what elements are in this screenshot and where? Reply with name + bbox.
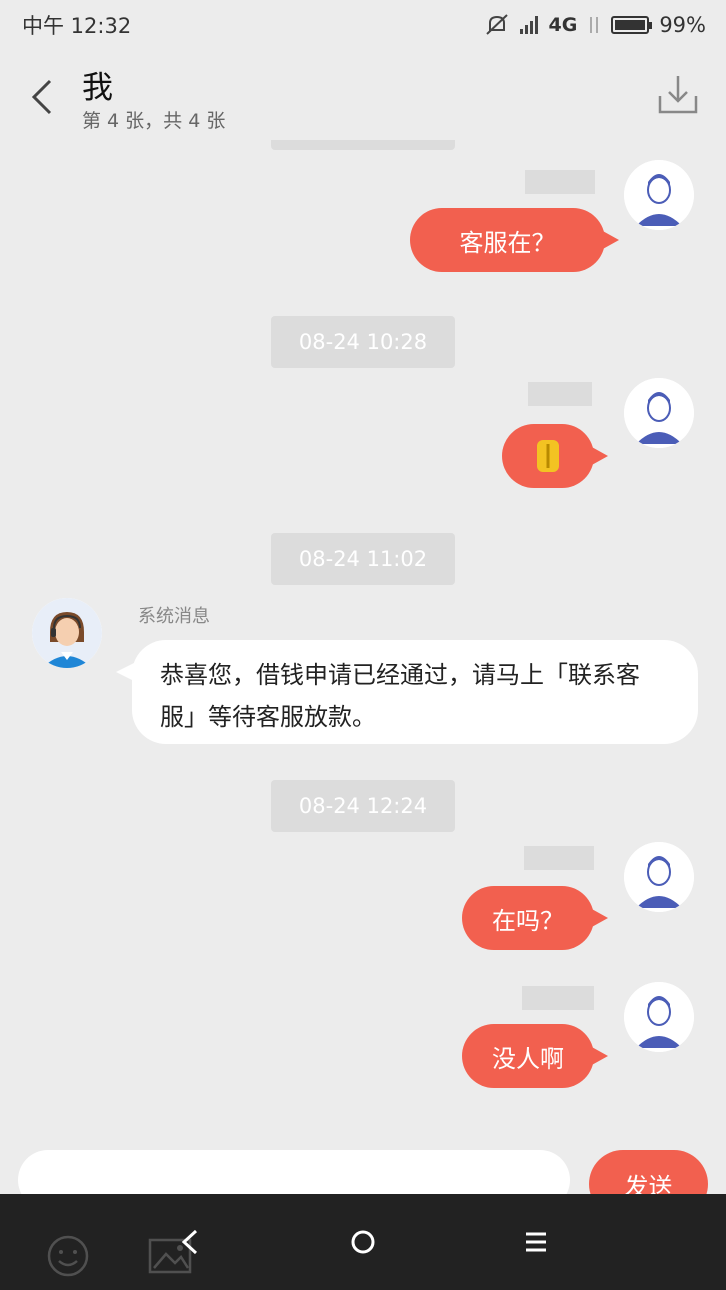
system-message-bubble[interactable]: 恭喜您，借钱申请已经通过，请马上「联系客服」等待客服放款。 xyxy=(116,640,698,744)
message-bubble[interactable]: 客服在？ xyxy=(410,208,619,272)
data-arrows-icon xyxy=(590,17,599,33)
status-icons: 4G 99% xyxy=(484,12,706,38)
message-bubble[interactable]: 在吗？ xyxy=(462,886,608,950)
emoji-button[interactable] xyxy=(46,1234,90,1278)
download-button[interactable] xyxy=(656,72,700,116)
system-avatar[interactable] xyxy=(32,598,102,668)
network-label: 4G xyxy=(548,14,578,36)
emoji-icon xyxy=(47,1235,89,1277)
user-avatar-icon xyxy=(624,842,694,912)
avatar[interactable] xyxy=(624,842,694,912)
time-pill-partial xyxy=(271,140,455,150)
download-icon xyxy=(658,76,698,114)
sender-name-blurred xyxy=(525,170,595,194)
page-subtitle: 第 4 张，共 4 张 xyxy=(82,110,226,132)
coin-image-icon xyxy=(537,440,559,472)
mute-icon xyxy=(486,14,509,35)
sender-name: 系统消息 xyxy=(138,606,210,627)
user-avatar-icon xyxy=(624,160,694,230)
nav-back-icon xyxy=(181,1229,198,1255)
time-pill: 08-24 12:24 xyxy=(271,780,455,832)
message-text: 客服在？ xyxy=(459,228,556,257)
time-label: 08-24 10:28 xyxy=(298,330,428,354)
back-button[interactable] xyxy=(22,72,62,122)
status-bar: 中午 12:32 4G 99% xyxy=(0,0,726,50)
nav-home-icon xyxy=(351,1230,375,1254)
system-message-text: 恭喜您，借钱申请已经通过，请马上「联系客服」等待客服放款。 xyxy=(160,661,640,731)
message-text: 没人啊 xyxy=(492,1044,564,1073)
sender-name-blurred xyxy=(528,382,592,406)
status-time: 中午 12:32 xyxy=(22,14,132,38)
user-avatar-icon xyxy=(624,982,694,1052)
time-pill: 08-24 10:28 xyxy=(271,316,455,368)
time-label: 08-24 12:24 xyxy=(298,794,428,818)
image-message-bubble[interactable] xyxy=(502,424,608,488)
battery-label: 99% xyxy=(659,13,706,37)
nav-home-button[interactable] xyxy=(343,1222,383,1262)
sender-name-blurred xyxy=(524,846,594,870)
page-title: 我 xyxy=(82,70,113,106)
customer-service-icon xyxy=(32,598,102,668)
avatar[interactable] xyxy=(624,160,694,230)
message-text: 在吗？ xyxy=(492,906,564,935)
header: 我 第 4 张，共 4 张 xyxy=(0,50,726,140)
time-label: 08-24 11:02 xyxy=(298,547,428,571)
chevron-left-icon xyxy=(31,79,52,115)
sender-name-blurred xyxy=(522,986,594,1010)
signal-icon xyxy=(520,16,539,34)
navigation-bar xyxy=(0,1194,726,1290)
battery-icon xyxy=(611,16,653,34)
time-pill: 08-24 11:02 xyxy=(271,533,455,585)
nav-menu-button[interactable] xyxy=(516,1222,556,1262)
nav-back-button[interactable] xyxy=(170,1222,210,1262)
message-bubble[interactable]: 没人啊 xyxy=(462,1024,608,1088)
avatar[interactable] xyxy=(624,378,694,448)
nav-menu-icon xyxy=(526,1232,546,1252)
avatar[interactable] xyxy=(624,982,694,1052)
chat-area[interactable]: 客服在？ 08-24 10:28 08-24 11:02 系统消息 恭喜您，借钱… xyxy=(0,140,726,1150)
user-avatar-icon xyxy=(624,378,694,448)
